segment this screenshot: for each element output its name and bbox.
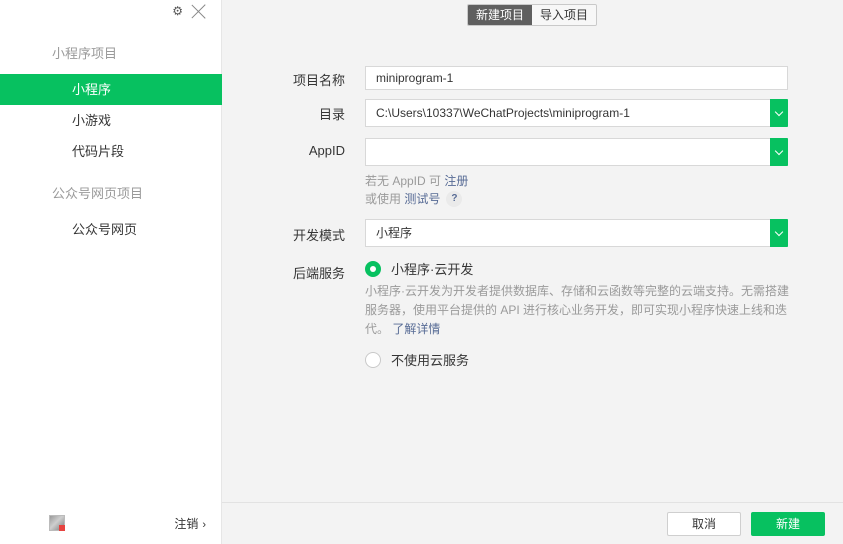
help-icon[interactable]: ? [446, 190, 463, 207]
backend-label: 后端服务 [292, 266, 345, 281]
appid-label: AppID [308, 143, 345, 158]
chevron-right-icon: › [202, 519, 206, 531]
tab-new-project[interactable]: 新建项目 [468, 5, 533, 25]
gear-icon[interactable]: ⚙ [172, 3, 183, 19]
project-name-input[interactable]: miniprogram-1 [365, 66, 788, 90]
sidebar-item-code-snippet[interactable]: 代码片段 [0, 136, 222, 167]
register-link[interactable]: 注册 [444, 174, 468, 188]
dev-mode-label: 开发模式 [292, 228, 345, 243]
directory-label: 目录 [318, 107, 345, 122]
cancel-button[interactable]: 取消 [667, 512, 741, 536]
section-title-miniprogram: 小程序项目 [52, 46, 118, 61]
learn-more-link[interactable]: 了解详情 [392, 322, 440, 336]
dev-mode-value: 小程序 [376, 226, 413, 240]
sidebar-item-miniprogram[interactable]: 小程序 [0, 74, 222, 105]
radio-no-cloud-label: 不使用云服务 [391, 353, 470, 368]
radio-no-cloud[interactable]: 不使用云服务 [365, 350, 469, 369]
dialog-footer: 取消 新建 [222, 502, 843, 544]
close-icon[interactable] [191, 3, 207, 19]
section-title-official-account: 公众号网页项目 [52, 186, 144, 201]
sidebar-item-official-webpage[interactable]: 公众号网页 [0, 214, 222, 245]
appid-hint-register: 若无 AppID 可 注册 [365, 172, 468, 189]
logout-label: 注销 [174, 517, 199, 531]
chevron-down-icon[interactable] [770, 219, 788, 247]
radio-checked-icon[interactable] [365, 260, 381, 277]
avatar[interactable] [49, 515, 65, 531]
test-account-link[interactable]: 测试号 [404, 190, 440, 207]
sidebar: ⚙ 小程序项目 小程序 小游戏 代码片段 公众号网页项目 公众号网页 注销 › [0, 0, 222, 544]
logout-button[interactable]: 注销 › [174, 515, 206, 532]
hint-no-appid-text: 若无 AppID 可 [365, 174, 442, 188]
directory-value: C:\Users\10337\WeChatProjects\miniprogra… [376, 106, 630, 120]
chevron-down-icon[interactable] [770, 138, 788, 166]
dev-mode-select[interactable]: 小程序 [365, 219, 788, 247]
chevron-down-icon[interactable] [770, 99, 788, 127]
create-button[interactable]: 新建 [751, 512, 825, 536]
cloud-dev-description: 小程序·云开发为开发者提供数据库、存储和云函数等完整的云端支持。无需搭建服务器，… [365, 282, 795, 339]
radio-unchecked-icon[interactable] [365, 351, 381, 368]
tab-import-project[interactable]: 导入项目 [532, 5, 597, 25]
sidebar-footer: 注销 › [0, 502, 222, 544]
appid-hint-test: 或使用 测试号 ? [365, 190, 463, 207]
radio-cloud-dev-label: 小程序·云开发 [391, 262, 474, 277]
sidebar-item-minigame[interactable]: 小游戏 [0, 105, 222, 136]
project-tabs: 新建项目 导入项目 [467, 4, 598, 26]
directory-select[interactable]: C:\Users\10337\WeChatProjects\miniprogra… [365, 99, 788, 127]
radio-cloud-dev[interactable]: 小程序·云开发 [365, 259, 473, 278]
appid-select[interactable] [365, 138, 788, 166]
hint-or-use-text: 或使用 [365, 192, 402, 206]
project-name-label: 项目名称 [292, 73, 345, 88]
main-panel: 新建项目 导入项目 项目名称 miniprogram-1 目录 C:\Users… [222, 0, 843, 544]
window-controls: ⚙ [172, 3, 207, 19]
